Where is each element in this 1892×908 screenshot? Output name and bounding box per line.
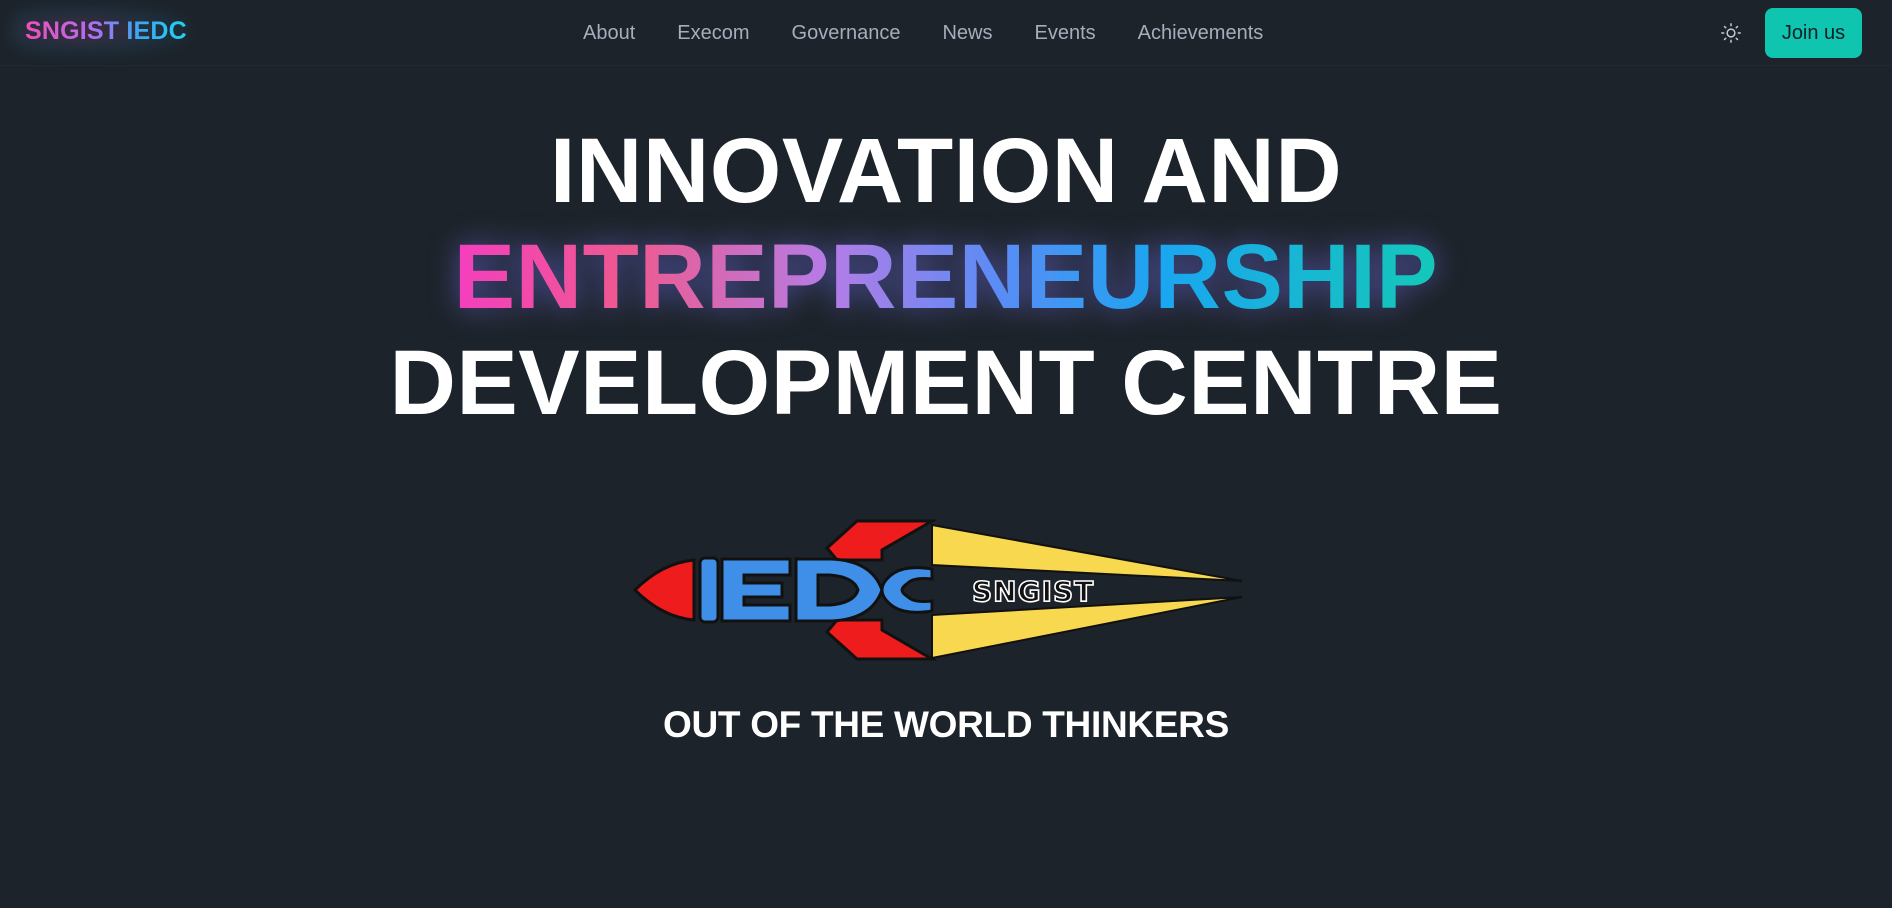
rocket-logo-svg: SNGIST	[632, 519, 1243, 661]
brand-logo-text[interactable]: SNGIST IEDC	[25, 17, 187, 46]
letter-e	[720, 557, 792, 623]
letter-i	[698, 556, 720, 624]
sun-icon	[1721, 23, 1741, 43]
flame-top	[931, 523, 1243, 582]
nav-link-achievements[interactable]: Achievements	[1117, 19, 1285, 47]
nav-link-events[interactable]: Events	[1014, 19, 1117, 47]
logo-text: SNGIST	[972, 575, 1094, 608]
hero-line-2: ENTREPRENEURSHIP	[453, 226, 1439, 328]
letter-c	[880, 566, 934, 614]
navbar: SNGIST IEDC About Execom Governance News…	[0, 0, 1892, 66]
fin-bottom	[824, 618, 938, 661]
fin-top	[824, 519, 938, 562]
hero-line-1: INNOVATION AND	[549, 120, 1343, 222]
nav-link-execom[interactable]: Execom	[656, 19, 770, 47]
hero-line-2-wrap: ENTREPRENEURSHIP	[0, 224, 1892, 330]
hero-line-3: DEVELOPMENT CENTRE	[389, 332, 1503, 434]
letter-d	[794, 557, 884, 623]
nav-links: About Execom Governance News Events Achi…	[562, 19, 1284, 47]
hero-title: INNOVATION AND ENTREPRENEURSHIP DEVELOPM…	[0, 118, 1892, 436]
page: SNGIST IEDC About Execom Governance News…	[0, 0, 1892, 908]
rocket-logo: SNGIST	[632, 515, 1252, 665]
nav-link-about[interactable]: About	[562, 19, 656, 47]
join-us-button[interactable]: Join us	[1765, 8, 1862, 58]
nav-link-news[interactable]: News	[921, 19, 1013, 47]
tagline: OUT OF THE WORLD THINKERS	[663, 704, 1229, 745]
nose-cone	[632, 558, 696, 622]
theme-toggle-button[interactable]	[1718, 20, 1744, 46]
nav-link-governance[interactable]: Governance	[771, 19, 922, 47]
